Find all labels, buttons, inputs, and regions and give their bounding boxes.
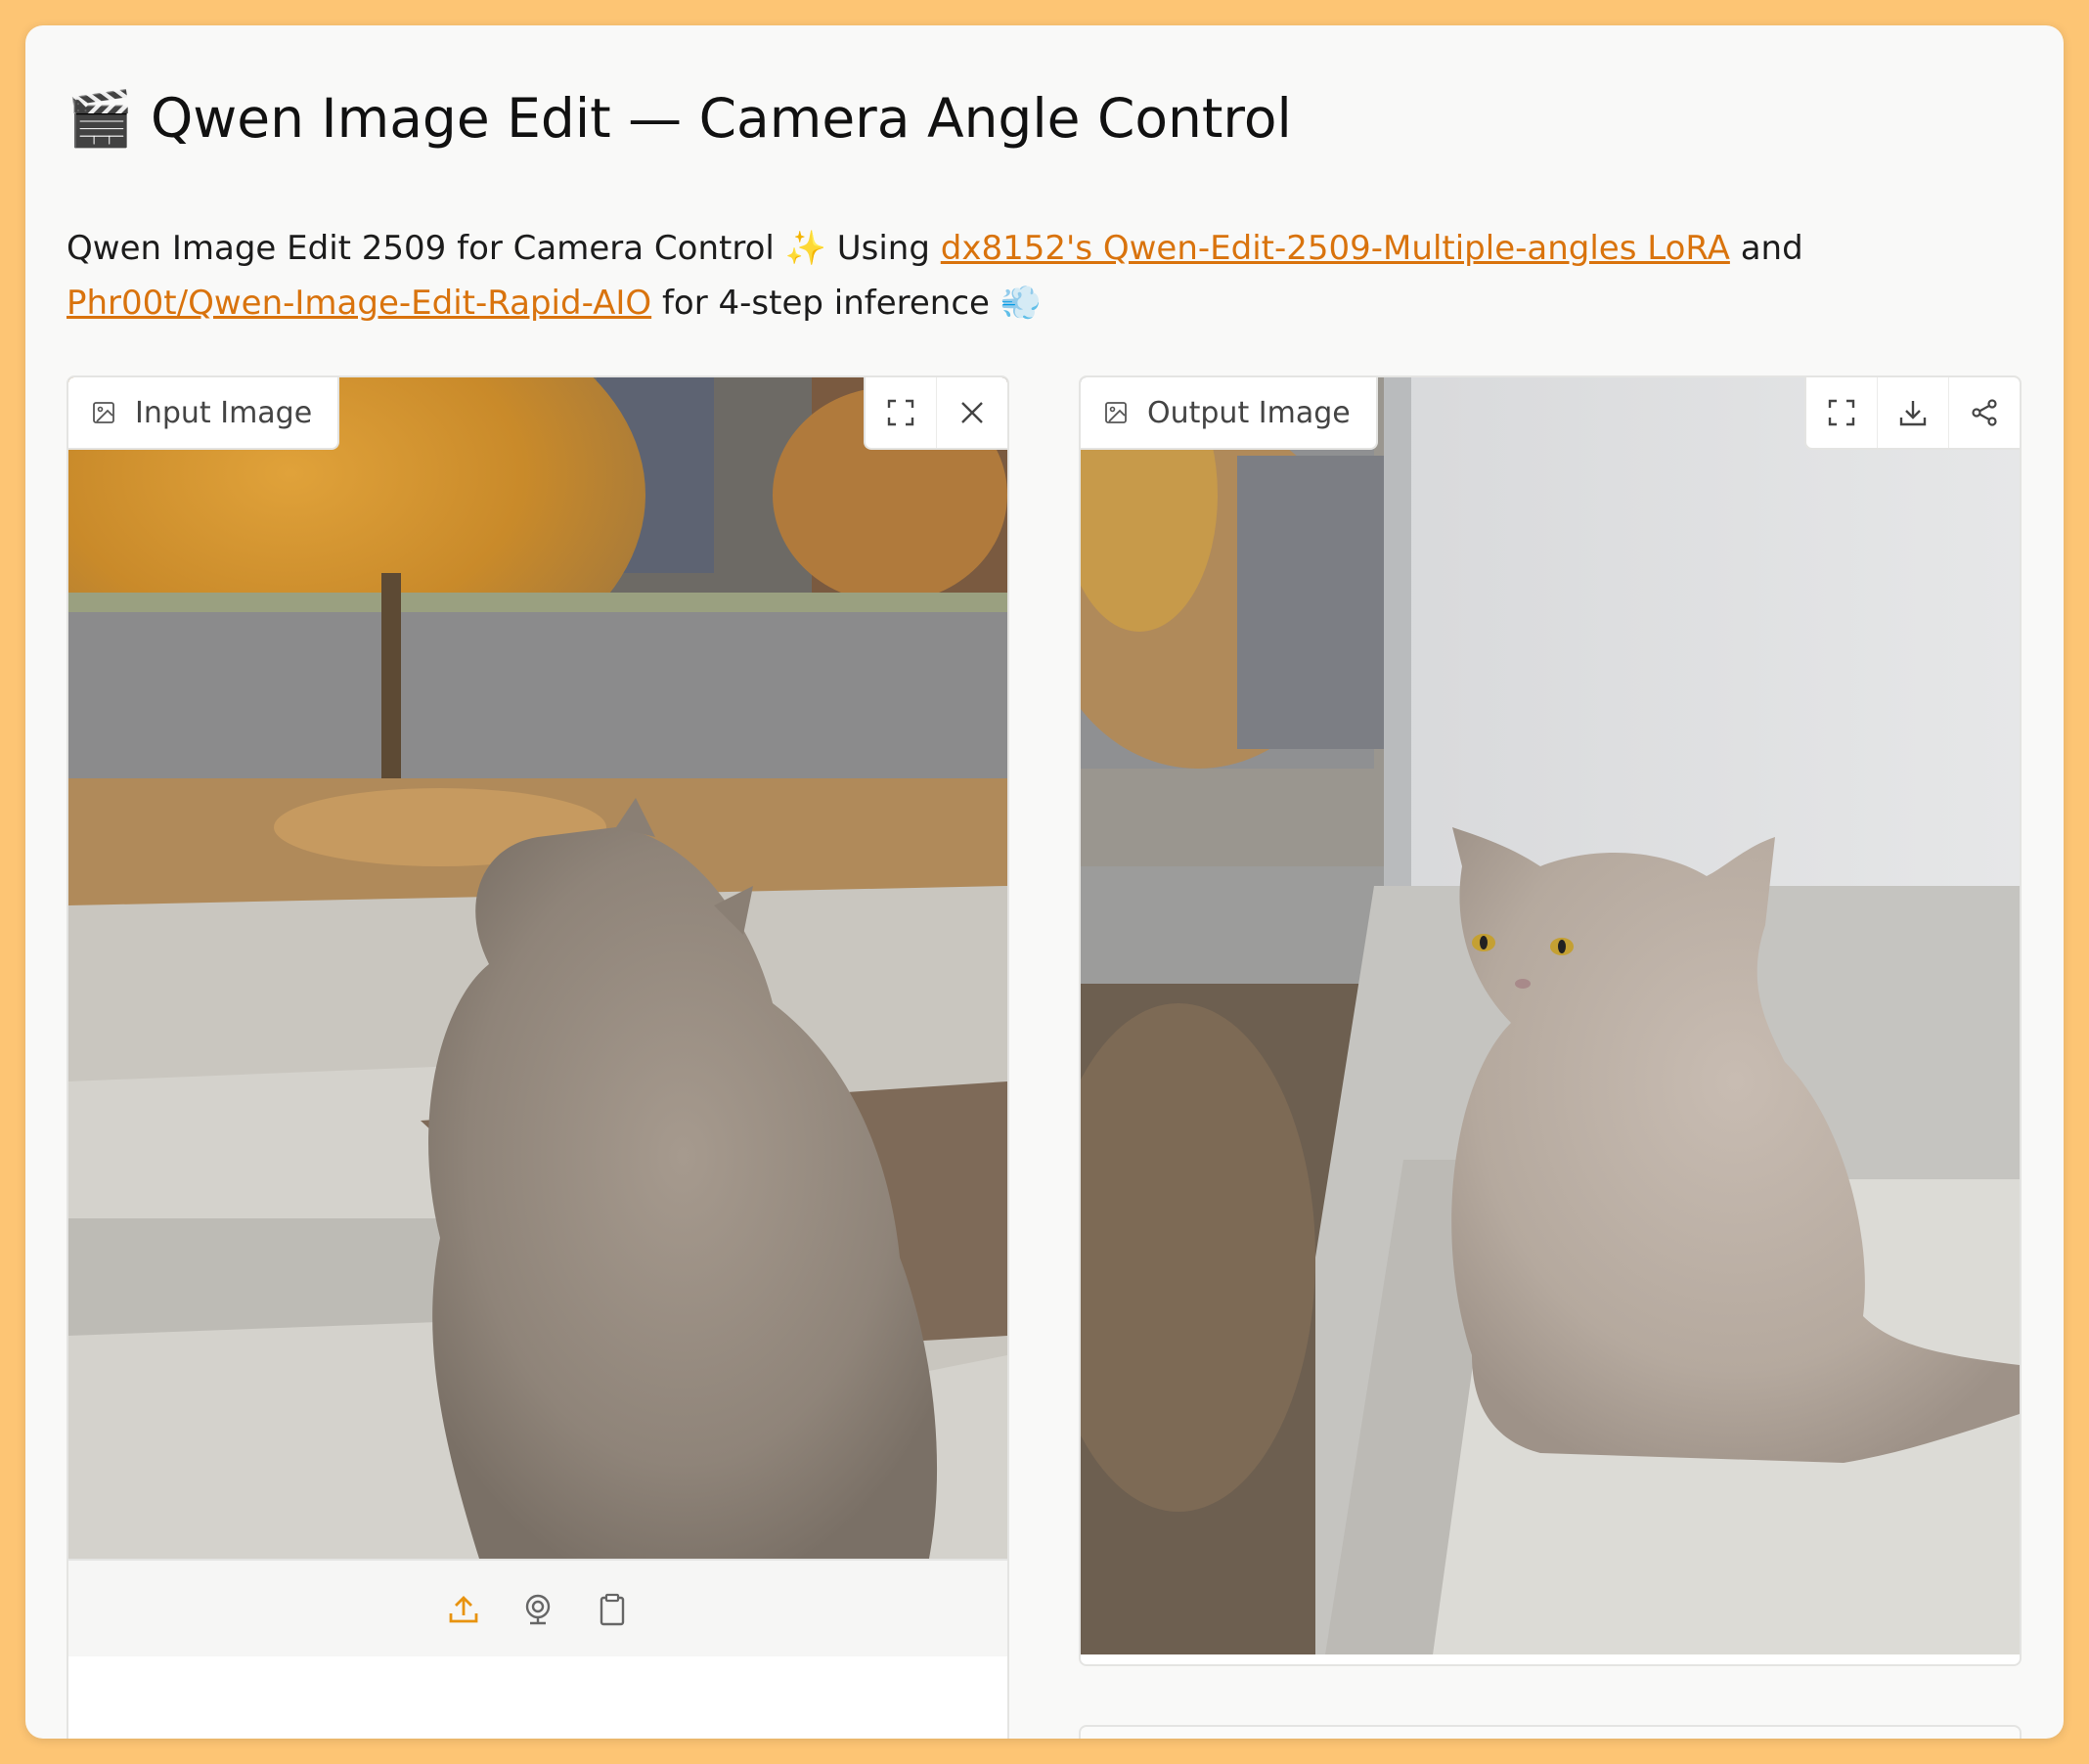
fullscreen-button[interactable]	[1806, 377, 1877, 448]
description-text-2: and	[1729, 229, 1803, 268]
fullscreen-icon	[887, 399, 914, 426]
app-window: 🎬 Qwen Image Edit — Camera Angle Control…	[25, 25, 2064, 1739]
input-image-label: Input Image	[68, 377, 340, 450]
input-image-label-text: Input Image	[135, 395, 313, 430]
clear-image-button[interactable]	[936, 377, 1007, 448]
lora-link[interactable]: dx8152's Qwen-Edit-2509-Multiple-angles …	[941, 229, 1730, 268]
close-icon	[961, 402, 983, 423]
page-title: 🎬 Qwen Image Edit — Camera Angle Control	[67, 82, 1292, 154]
description-text-1: Qwen Image Edit 2509 for Camera Control …	[67, 229, 941, 268]
output-image-toolbar	[1804, 377, 2020, 450]
image-icon	[93, 402, 114, 423]
input-image-panel: Input Image	[67, 375, 1009, 1739]
output-photo	[1081, 377, 2020, 1654]
fullscreen-icon	[1828, 399, 1855, 426]
description-text-3: for 4-step inference 💨	[651, 284, 1043, 323]
output-image-label-text: Output Image	[1147, 395, 1351, 430]
share-icon	[1972, 399, 1997, 426]
rapid-aio-link[interactable]: Phr00t/Qwen-Image-Edit-Rapid-AIO	[67, 284, 651, 323]
share-button[interactable]	[1948, 377, 2020, 448]
download-button[interactable]	[1877, 377, 1948, 448]
image-icon	[1105, 402, 1127, 423]
clapperboard-icon: 🎬	[67, 87, 134, 150]
clipboard-icon[interactable]	[595, 1592, 630, 1627]
input-image-toolbar	[864, 377, 1007, 450]
page-title-text: Qwen Image Edit — Camera Angle Control	[150, 87, 1292, 150]
next-panel	[1079, 1725, 2022, 1739]
upload-icon[interactable]	[446, 1592, 481, 1627]
input-photo	[68, 377, 1007, 1559]
webcam-icon[interactable]	[520, 1592, 556, 1627]
output-image-label: Output Image	[1081, 377, 1378, 450]
output-image-panel: Output Image	[1079, 375, 2022, 1666]
input-source-bar	[68, 1559, 1007, 1656]
description: Qwen Image Edit 2509 for Camera Control …	[67, 221, 2022, 331]
download-icon	[1899, 401, 1927, 426]
output-image[interactable]	[1081, 377, 2020, 1654]
fullscreen-button[interactable]	[866, 377, 936, 448]
input-image[interactable]	[68, 377, 1007, 1559]
